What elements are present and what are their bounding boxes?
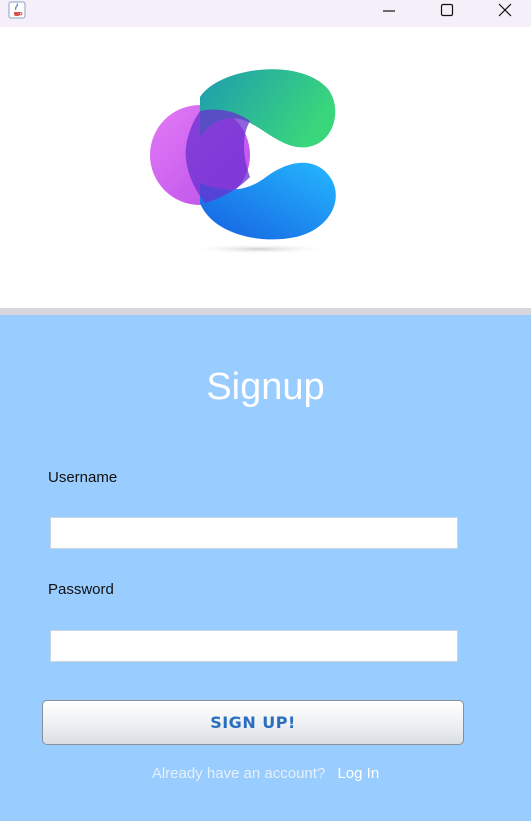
signup-button-label: SIGN UP! xyxy=(210,713,296,732)
close-icon xyxy=(498,3,512,17)
maximize-button[interactable] xyxy=(418,0,476,20)
username-label: Username xyxy=(48,469,118,486)
minimize-button[interactable] xyxy=(360,0,418,20)
login-link[interactable]: Log In xyxy=(337,765,379,782)
login-prompt-text: Already have an account? xyxy=(151,765,326,782)
logo-area xyxy=(0,27,531,308)
window-titlebar xyxy=(0,0,531,27)
close-button[interactable] xyxy=(476,0,531,20)
section-divider xyxy=(0,308,531,315)
app-logo xyxy=(150,69,336,254)
username-input[interactable] xyxy=(50,517,458,549)
page-title: Signup xyxy=(206,366,325,408)
minimize-icon xyxy=(383,10,395,12)
maximize-icon xyxy=(440,3,454,17)
login-prompt: Already have an account? Log In xyxy=(0,764,531,784)
password-label: Password xyxy=(48,581,114,598)
java-app-icon xyxy=(8,1,26,19)
password-input[interactable] xyxy=(50,630,458,662)
signup-button[interactable]: SIGN UP! xyxy=(42,700,464,745)
